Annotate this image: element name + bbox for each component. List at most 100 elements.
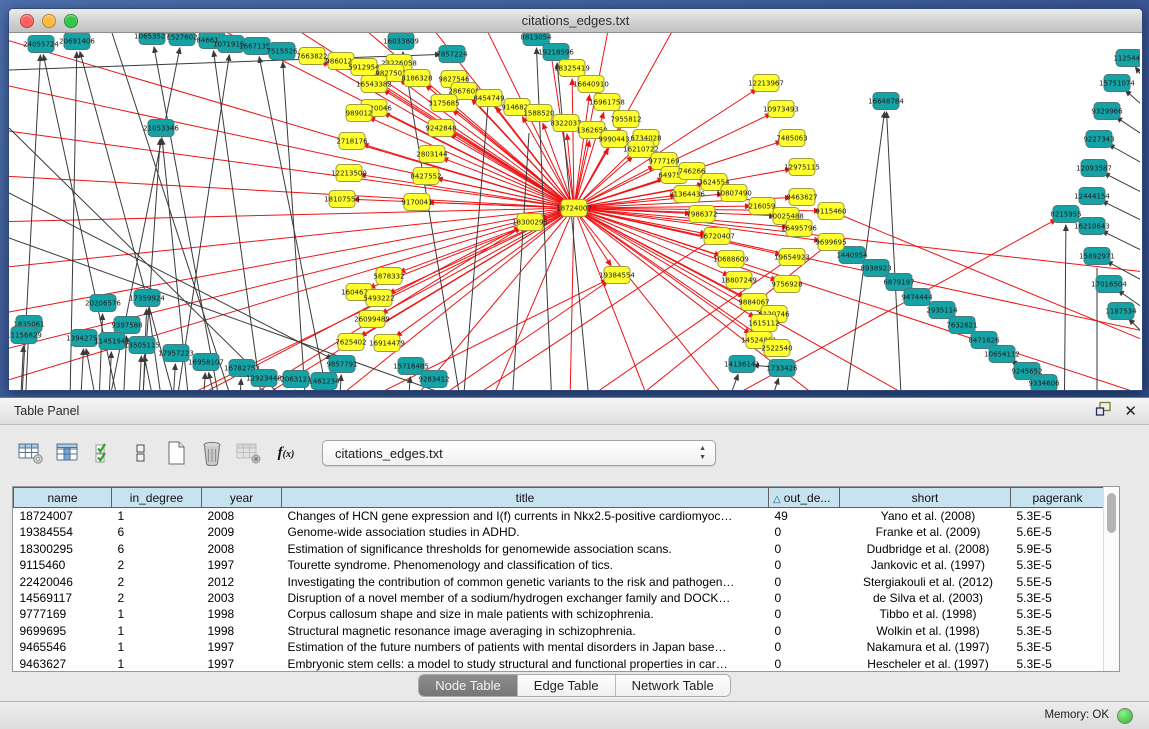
cell-indeg: 2 <box>112 574 202 590</box>
table-row[interactable]: 969969511998Structural magnetic resonanc… <box>14 623 1104 639</box>
function-builder-button[interactable]: f(x) <box>274 439 298 467</box>
citation-edge-black[interactable] <box>200 373 205 390</box>
graph-node-label: 9283412 <box>418 376 449 384</box>
column-edit-button[interactable] <box>56 439 80 467</box>
graph-node-label: 8427552 <box>410 173 441 181</box>
column-header-pagerank[interactable]: pagerank <box>1011 488 1104 508</box>
select-rows-button[interactable] <box>92 439 116 467</box>
citation-edge-red[interactable] <box>396 208 574 337</box>
table-scrollbar[interactable] <box>1103 487 1119 671</box>
float-panel-icon[interactable] <box>1095 401 1112 422</box>
column-header-in_degree[interactable]: in_degree <box>112 488 202 508</box>
table-row[interactable]: 2242004622012Investigating the contribut… <box>14 574 1104 590</box>
tab-edge-table[interactable]: Edge Table <box>517 675 615 696</box>
citation-edge-red[interactable] <box>389 236 717 390</box>
scrollbar-thumb[interactable] <box>1107 493 1116 533</box>
network-canvas[interactable]: 2405572420691406160338097857224881305419… <box>9 33 1140 390</box>
zoom-window-icon[interactable] <box>64 14 78 28</box>
close-panel-icon[interactable]: ✕ <box>1124 403 1137 421</box>
graph-node-label: 746266 <box>679 168 706 176</box>
memory-ok-indicator-icon[interactable] <box>1117 708 1133 724</box>
graph-node-label: 9170041 <box>401 199 432 207</box>
table-row[interactable]: 911546021997Tourette syndrome. Phenomeno… <box>14 557 1104 573</box>
graph-node-label: 16543382 <box>356 81 392 89</box>
column-header-short[interactable]: short <box>840 488 1011 508</box>
cell-out: 0 <box>769 524 840 540</box>
citation-edge-black[interactable] <box>1125 90 1140 111</box>
tab-node-table[interactable]: Node Table <box>419 675 517 696</box>
close-window-icon[interactable] <box>20 14 34 28</box>
cell-pagerank: 5.3E-5 <box>1011 639 1104 655</box>
graph-node-label: 19384554 <box>599 272 635 280</box>
citation-edge-black[interactable] <box>1135 67 1140 86</box>
table-row[interactable]: 1938455462009Genome-wide association stu… <box>14 524 1104 540</box>
new-file-button[interactable] <box>164 439 188 467</box>
citation-edge-black[interactable] <box>1109 144 1140 167</box>
cell-name: 14569117 <box>14 590 112 606</box>
citation-edge-black[interactable] <box>259 57 339 390</box>
graph-node-label: 16720407 <box>699 233 735 241</box>
graph-node-label: 8215955 <box>1050 211 1081 219</box>
graph-node-label: 2935114 <box>926 307 958 315</box>
graph-node-label: 1615112 <box>748 320 779 328</box>
citation-edge-black[interactable] <box>169 55 229 390</box>
graph-node-label: 8938923 <box>860 265 891 273</box>
select-rows-icon <box>94 441 114 465</box>
citation-edge-black[interactable] <box>709 374 738 390</box>
citation-edge-black[interactable] <box>1102 201 1140 224</box>
citation-edge-black[interactable] <box>1116 117 1140 139</box>
cell-indeg: 1 <box>112 656 202 671</box>
column-header-name[interactable]: name <box>14 488 112 508</box>
import-table-button[interactable] <box>236 439 262 467</box>
graph-node-label: 20691406 <box>59 38 95 46</box>
delete-table-button[interactable] <box>200 439 224 467</box>
graph-node-label: 16914479 <box>369 340 405 348</box>
cell-indeg: 1 <box>112 508 202 525</box>
cell-pagerank: 5.3E-5 <box>1011 656 1104 671</box>
graph-node-label: 19218596 <box>538 49 574 57</box>
graph-node-label: 16210643 <box>1074 223 1110 231</box>
minimize-window-icon[interactable] <box>42 14 56 28</box>
graph-node-label: 7663822 <box>296 53 327 61</box>
citation-network-graph[interactable]: 2405572420691406160338097857224881305419… <box>9 33 1140 390</box>
graph-node-label: 9857791 <box>326 361 357 369</box>
tab-network-table[interactable]: Network Table <box>615 675 730 696</box>
graph-node-label: 9115460 <box>815 208 846 216</box>
column-header-title[interactable]: title <box>282 488 769 508</box>
citation-edge-black[interactable] <box>887 112 904 390</box>
graph-node-label: 9227343 <box>1083 136 1114 144</box>
citation-edge-black[interactable] <box>78 349 83 390</box>
graph-node-label: 7955812 <box>610 116 641 124</box>
column-header-out_de[interactable]: △out_de... <box>769 488 840 508</box>
table-row[interactable]: 1456911722003Disruption of a novel membe… <box>14 590 1104 606</box>
graph-node-label: 8471626 <box>968 337 1000 345</box>
citation-edge-black[interactable] <box>754 378 779 390</box>
cell-title: Investigating the contribution of common… <box>282 574 769 590</box>
column-header-year[interactable]: year <box>202 488 282 508</box>
graph-node-label: 18300295 <box>512 219 548 227</box>
merge-rows-button[interactable] <box>128 439 152 467</box>
citation-edge-black[interactable] <box>236 379 241 390</box>
table-row[interactable]: 946554611997Estimation of the future num… <box>14 639 1104 655</box>
table-row[interactable]: 977716911998Corpus callosum shape and si… <box>14 606 1104 622</box>
window-controls <box>20 14 78 28</box>
citation-edge-black[interactable] <box>136 356 141 390</box>
cell-pagerank: 5.5E-5 <box>1011 574 1104 590</box>
graph-node-label: 216059 <box>749 203 776 211</box>
citation-edge-red[interactable] <box>574 208 1140 343</box>
table-row[interactable]: 1830029562008Estimation of significance … <box>14 541 1104 557</box>
table-settings-button[interactable] <box>18 439 44 467</box>
network-window-titlebar[interactable]: citations_edges.txt <box>9 9 1142 33</box>
table-selector-combobox[interactable]: citations_edges.txt▲▼ <box>322 440 716 466</box>
cell-name: 18724007 <box>14 508 112 525</box>
graph-node-label: 7625402 <box>335 339 366 347</box>
cell-title: Embryonic stem cells: a model to study s… <box>282 656 769 671</box>
graph-node-label: 5878332 <box>373 273 404 281</box>
citation-edge-black[interactable] <box>154 47 229 390</box>
cell-year: 1997 <box>202 656 282 671</box>
table-row[interactable]: 946362711997Embryonic stem cells: a mode… <box>14 656 1104 671</box>
graph-node-label: 9699695 <box>815 239 846 247</box>
citation-edge-black[interactable] <box>144 356 164 390</box>
import-table-icon <box>236 441 262 465</box>
table-row[interactable]: 1872400712008Changes of HCN gene express… <box>14 508 1104 525</box>
